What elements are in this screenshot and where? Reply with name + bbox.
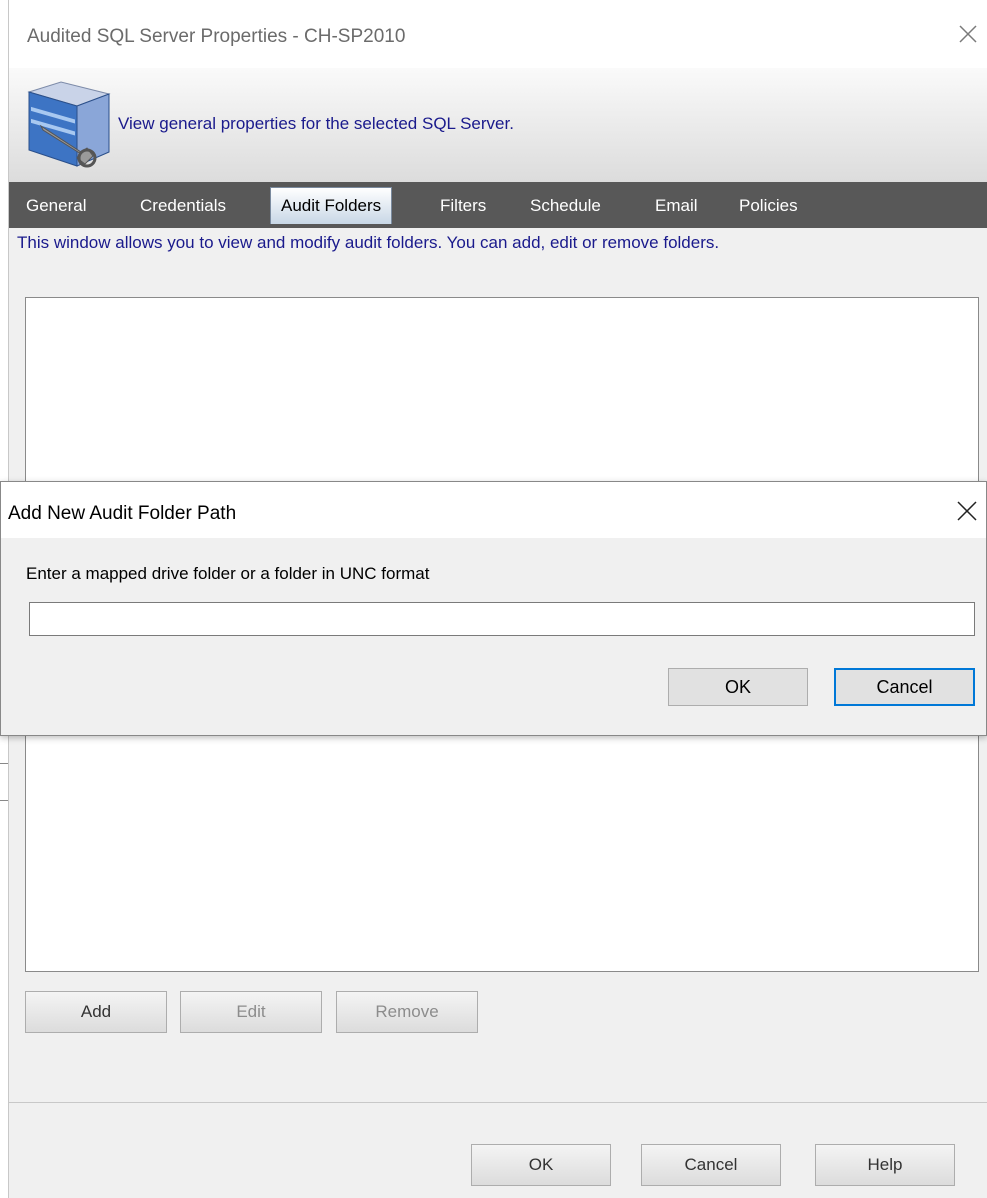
close-icon[interactable]: [956, 500, 978, 522]
cancel-button[interactable]: Cancel: [641, 1144, 781, 1186]
window-title: Audited SQL Server Properties - CH-SP201…: [27, 26, 406, 47]
close-icon[interactable]: [958, 24, 978, 44]
footer: OK Cancel Help: [9, 1130, 987, 1198]
background-edge-tick: [0, 800, 8, 801]
add-audit-folder-dialog: Add New Audit Folder Path Enter a mapped…: [0, 481, 987, 736]
tab-filters[interactable]: Filters: [440, 196, 486, 216]
dialog-title-bar: Add New Audit Folder Path: [1, 482, 986, 538]
add-folder-button[interactable]: Add: [25, 991, 167, 1033]
edit-folder-button[interactable]: Edit: [180, 991, 322, 1033]
tab-email[interactable]: Email: [655, 196, 698, 216]
folder-path-prompt: Enter a mapped drive folder or a folder …: [26, 564, 430, 583]
sql-server-icon: [27, 81, 111, 168]
dialog-ok-button[interactable]: OK: [668, 668, 808, 706]
title-bar: Audited SQL Server Properties - CH-SP201…: [9, 0, 987, 68]
tab-general[interactable]: General: [26, 196, 86, 216]
header-description: View general properties for the selected…: [118, 114, 514, 133]
footer-separator: [9, 1102, 987, 1103]
dialog-cancel-button[interactable]: Cancel: [834, 668, 975, 706]
header-banner: View general properties for the selected…: [9, 68, 987, 182]
help-button[interactable]: Help: [815, 1144, 955, 1186]
tab-audit-folders[interactable]: Audit Folders: [270, 187, 393, 224]
tab-schedule[interactable]: Schedule: [530, 196, 601, 216]
remove-folder-button[interactable]: Remove: [336, 991, 478, 1033]
audit-folders-info: This window allows you to view and modif…: [17, 233, 720, 252]
dialog-title: Add New Audit Folder Path: [8, 503, 237, 524]
background-edge-tick: [0, 763, 8, 764]
tab-strip: General Credentials Audit Folders Filter…: [9, 182, 987, 228]
folder-path-input[interactable]: [29, 602, 975, 636]
ok-button[interactable]: OK: [471, 1144, 611, 1186]
tab-policies[interactable]: Policies: [739, 196, 798, 216]
tab-credentials[interactable]: Credentials: [140, 196, 226, 216]
